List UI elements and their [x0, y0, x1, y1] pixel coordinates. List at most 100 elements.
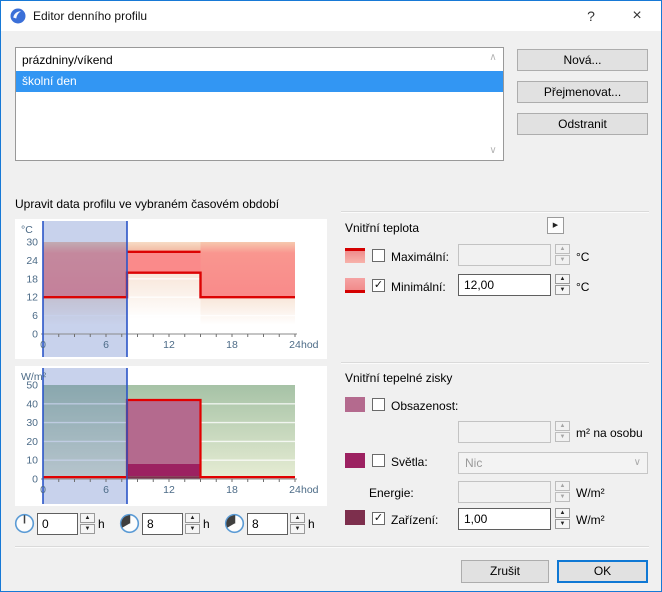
equipment-unit: W/m²	[576, 513, 605, 527]
section-label: Upravit data profilu ve vybraném časovém…	[15, 197, 280, 211]
min-temperature-stepper[interactable]: ▲ ▼	[555, 274, 570, 296]
list-item-selected[interactable]: školní den	[16, 71, 503, 92]
occupancy-swatch	[345, 397, 365, 412]
svg-text:6: 6	[103, 484, 109, 496]
help-icon[interactable]: ?	[571, 1, 611, 31]
spin-up-icon[interactable]: ▲	[80, 513, 95, 523]
clock-icon	[14, 513, 35, 534]
equipment-input[interactable]	[458, 508, 551, 530]
svg-text:30: 30	[26, 237, 38, 249]
footer-divider	[15, 546, 649, 548]
spin-up-icon[interactable]: ▲	[555, 481, 570, 491]
occupancy-label: Obsazenost:	[391, 399, 459, 413]
min-temperature-input[interactable]	[458, 274, 551, 296]
spin-down-icon[interactable]: ▼	[80, 524, 95, 534]
spin-down-icon[interactable]: ▼	[290, 524, 305, 534]
min-temperature-label: Minimální:	[391, 280, 446, 294]
spin-up-icon[interactable]: ▲	[555, 274, 570, 284]
svg-text:0: 0	[32, 329, 38, 341]
time-end-input[interactable]	[142, 513, 183, 535]
time-end-unit: h	[203, 517, 210, 531]
list-item[interactable]: prázdniny/víkend	[16, 50, 503, 71]
time-duration-stepper[interactable]: ▲ ▼	[290, 513, 305, 535]
max-temperature-label: Maximální:	[391, 250, 450, 264]
lights-label: Světla:	[391, 455, 428, 469]
flyout-arrow-icon[interactable]: ▶	[547, 217, 564, 234]
svg-text:12: 12	[26, 292, 38, 304]
svg-text:W/m²: W/m²	[21, 371, 47, 383]
titlebar[interactable]: Editor denního profilu ? ×	[1, 1, 661, 31]
time-duration-input[interactable]	[247, 513, 288, 535]
divider	[341, 362, 649, 364]
spin-up-icon[interactable]: ▲	[185, 513, 200, 523]
time-end-stepper[interactable]: ▲ ▼	[185, 513, 200, 535]
scroll-down-icon[interactable]: ∨	[486, 145, 500, 156]
heat-gains-profile-chart[interactable]: 0 6 12 18 24 hod01020304050W/m²	[15, 366, 327, 506]
window-title: Editor denního profilu	[33, 9, 148, 23]
svg-text:°C: °C	[21, 224, 33, 236]
spin-down-icon[interactable]: ▼	[555, 492, 570, 502]
temperature-profile-chart[interactable]: 0 6 12 18 24 hod0612182430°C	[15, 219, 327, 359]
lights-dropdown[interactable]: Nic ∨	[458, 452, 648, 474]
max-temperature-input[interactable]	[458, 244, 551, 266]
occupancy-stepper[interactable]: ▲ ▼	[555, 421, 570, 443]
chevron-down-icon: ∨	[633, 457, 641, 468]
spin-down-icon[interactable]: ▼	[555, 285, 570, 295]
energy-label: Energie:	[369, 486, 414, 500]
spin-up-icon[interactable]: ▲	[555, 508, 570, 518]
svg-text:0: 0	[32, 474, 38, 486]
app-logo-icon	[10, 8, 26, 24]
svg-text:6: 6	[103, 339, 109, 351]
svg-text:24: 24	[289, 339, 301, 351]
spin-down-icon[interactable]: ▼	[185, 524, 200, 534]
energy-unit: W/m²	[576, 486, 605, 500]
spin-down-icon[interactable]: ▼	[555, 432, 570, 442]
equipment-checkbox[interactable]: ✓	[372, 512, 385, 525]
lights-swatch	[345, 453, 365, 468]
svg-text:20: 20	[26, 436, 38, 448]
spin-down-icon[interactable]: ▼	[555, 519, 570, 529]
occupancy-unit: m² na osobu	[576, 426, 643, 440]
occupancy-input[interactable]	[458, 421, 551, 443]
delete-button[interactable]: Odstranit	[517, 113, 648, 135]
max-temperature-checkbox[interactable]	[372, 249, 385, 262]
min-temperature-checkbox[interactable]: ✓	[372, 279, 385, 292]
scroll-up-icon[interactable]: ∧	[486, 52, 500, 63]
svg-text:hod: hod	[301, 484, 319, 496]
ok-button[interactable]: OK	[557, 560, 648, 583]
temperature-title: Vnitřní teplota	[345, 221, 420, 235]
svg-text:18: 18	[226, 484, 238, 496]
spin-down-icon[interactable]: ▼	[555, 255, 570, 265]
occupancy-checkbox[interactable]	[372, 398, 385, 411]
energy-stepper[interactable]: ▲ ▼	[555, 481, 570, 503]
clock-icon	[119, 513, 140, 534]
energy-input[interactable]	[458, 481, 551, 503]
rename-button[interactable]: Přejmenovat...	[517, 81, 648, 103]
time-start-unit: h	[98, 517, 105, 531]
spin-up-icon[interactable]: ▲	[555, 421, 570, 431]
lights-checkbox[interactable]	[372, 454, 385, 467]
svg-text:18: 18	[26, 273, 38, 285]
svg-text:10: 10	[26, 455, 38, 467]
spin-up-icon[interactable]: ▲	[290, 513, 305, 523]
spin-up-icon[interactable]: ▲	[555, 244, 570, 254]
min-temperature-swatch	[345, 278, 365, 293]
cancel-button[interactable]: Zrušit	[461, 560, 549, 583]
svg-text:0: 0	[40, 484, 46, 496]
time-start-stepper[interactable]: ▲ ▼	[80, 513, 95, 535]
clock-icon	[224, 513, 245, 534]
max-temperature-stepper[interactable]: ▲ ▼	[555, 244, 570, 266]
svg-text:hod: hod	[301, 339, 319, 351]
divider	[341, 211, 649, 213]
new-button[interactable]: Nová...	[517, 49, 648, 71]
time-start-input[interactable]	[37, 513, 78, 535]
equipment-swatch	[345, 510, 365, 525]
gains-title: Vnitřní tepelné zisky	[345, 371, 453, 385]
close-icon[interactable]: ×	[617, 1, 657, 31]
svg-text:30: 30	[26, 417, 38, 429]
equipment-stepper[interactable]: ▲ ▼	[555, 508, 570, 530]
svg-text:0: 0	[40, 339, 46, 351]
svg-text:6: 6	[32, 310, 38, 322]
min-temperature-unit: °C	[576, 280, 590, 294]
profile-listbox[interactable]: prázdniny/víkend školní den ∧ ∨	[15, 47, 504, 161]
